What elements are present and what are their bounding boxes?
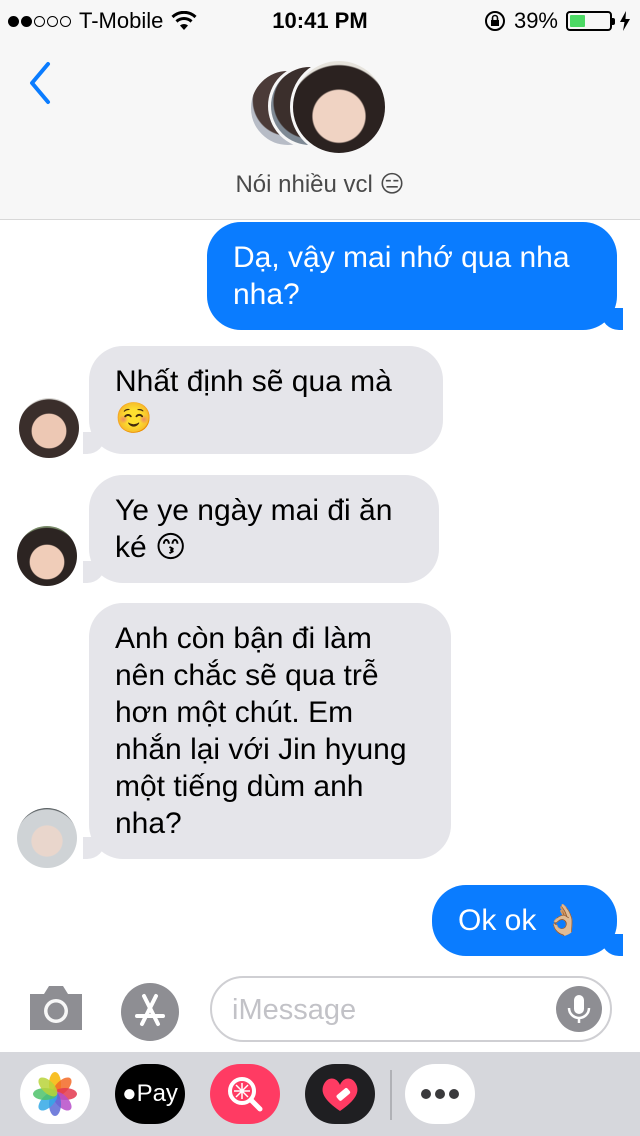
avatar[interactable] — [17, 526, 77, 586]
camera-button[interactable] — [26, 982, 86, 1034]
more-apps-button[interactable] — [405, 1064, 475, 1124]
microphone-icon — [567, 995, 591, 1023]
digital-touch-icon — [322, 1078, 358, 1111]
apple-pay-app-button[interactable]: ● Pay — [115, 1064, 185, 1124]
status-bar: T-Mobile 10:41 PM 39% — [0, 0, 640, 40]
chevron-left-icon — [30, 62, 50, 104]
avatar[interactable] — [17, 808, 77, 868]
group-avatar-stack[interactable] — [248, 58, 390, 156]
apple-pay-label: Pay — [136, 1080, 178, 1107]
photos-icon — [33, 1072, 77, 1116]
drawer-divider — [390, 1070, 392, 1120]
charging-bolt-icon — [620, 11, 630, 31]
app-store-button[interactable] — [120, 982, 180, 1042]
photos-app-button[interactable] — [20, 1064, 90, 1124]
apple-pay-icon: ● — [122, 1080, 137, 1107]
status-right: 39% — [484, 8, 630, 34]
battery-level — [570, 15, 585, 27]
outgoing-message-bubble[interactable]: Ok ok 👌🏼 — [432, 885, 623, 956]
incoming-message-bubble[interactable]: Anh còn bận đi làm nên chắc sẽ qua trễ h… — [83, 603, 451, 859]
avatar — [290, 58, 388, 156]
thread-title[interactable]: Nói nhiều vcl 😑 — [0, 170, 640, 199]
imessage-app-drawer: ● Pay — [0, 1052, 640, 1136]
search-images-app-button[interactable] — [210, 1064, 280, 1124]
camera-icon — [30, 986, 82, 1030]
message-input[interactable] — [232, 990, 552, 1030]
rotation-lock-icon — [484, 11, 505, 31]
search-images-icon — [228, 1077, 263, 1112]
outgoing-message-bubble[interactable]: Dạ, vậy mai nhớ qua nha nha? — [207, 222, 623, 330]
battery-icon — [566, 11, 615, 31]
battery-percent: 39% — [513, 8, 558, 33]
more-apps-icon — [421, 1089, 459, 1099]
dictation-button[interactable] — [556, 986, 602, 1032]
message-input-field[interactable] — [210, 976, 612, 1042]
app-store-icon — [121, 983, 179, 1041]
back-button[interactable] — [22, 58, 62, 108]
incoming-message-bubble[interactable]: Nhất định sẽ qua mà ☺️ — [83, 346, 443, 454]
avatar[interactable] — [19, 398, 79, 458]
incoming-message-bubble[interactable]: Ye ye ngày mai đi ăn ké 😙 — [83, 475, 439, 583]
digital-touch-app-button[interactable] — [305, 1064, 375, 1124]
